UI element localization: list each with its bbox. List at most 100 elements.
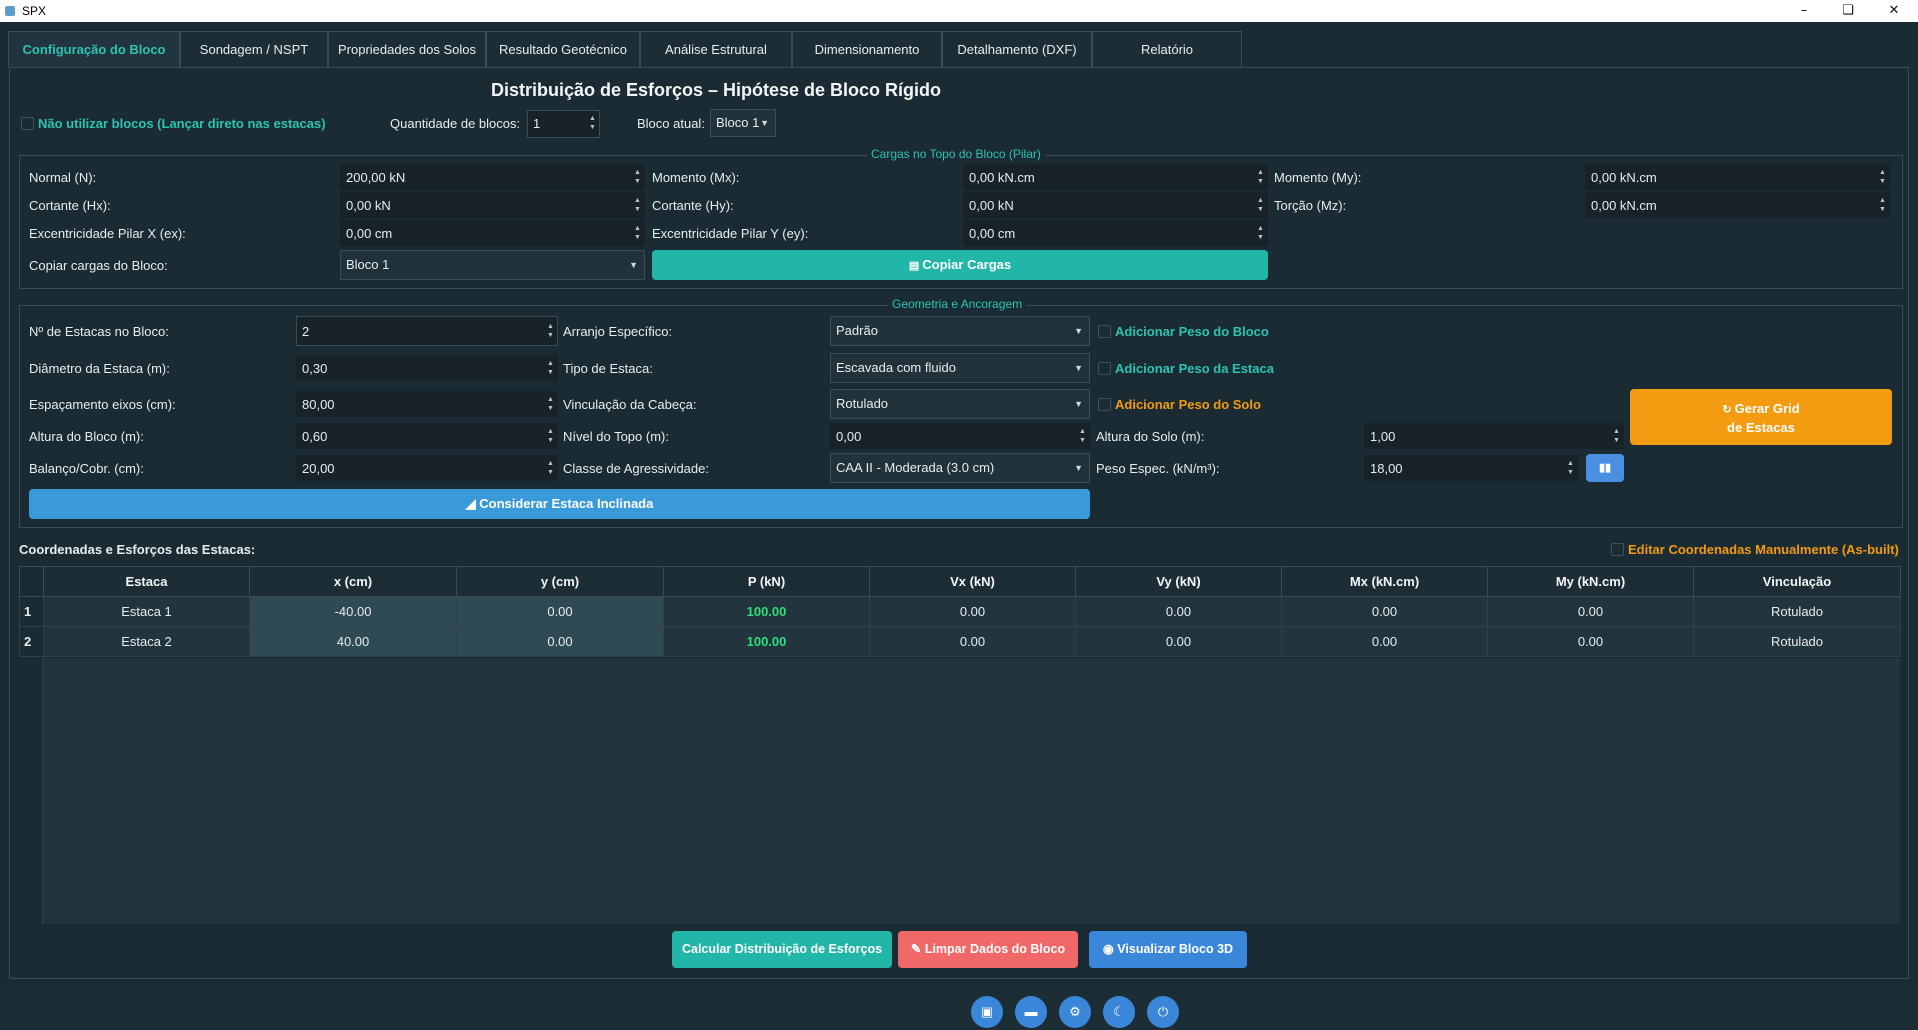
normal-field[interactable]: 200,00 kN ▲ ▼ (340, 164, 645, 190)
table-cell[interactable]: Estaca 1 (43, 596, 250, 627)
classe-value: CAA II - Moderada (3.0 cm) (836, 460, 995, 475)
table-cell[interactable]: Rotulado (1693, 596, 1901, 627)
mz-label: Torção (Mz): (1274, 198, 1347, 213)
tab-resultado[interactable]: Resultado Geotécnico (486, 31, 640, 67)
vinc-select[interactable]: Rotulado ▼ (830, 389, 1090, 419)
save-icon[interactable]: ▣ (971, 996, 1003, 1028)
table-cell[interactable]: 40.00 (249, 626, 457, 657)
table-cell[interactable]: 100.00 (663, 626, 870, 657)
normal-value: 200,00 kN (346, 170, 406, 185)
tab-sondagem[interactable]: Sondagem / NSPT (180, 31, 328, 67)
n-piles-field[interactable]: 2 ▲ ▼ (296, 316, 558, 346)
copy-block-select[interactable]: Bloco 1 ▼ (340, 250, 645, 280)
restore-icon[interactable]: ❏ (1826, 0, 1870, 22)
edit-coords-checkbox[interactable] (1611, 543, 1624, 556)
table-cell[interactable]: Rotulado (1693, 626, 1901, 657)
title-bar: SPX – ❏ ✕ (0, 0, 1918, 22)
table-cell[interactable]: 0.00 (1487, 626, 1694, 657)
table-cell[interactable]: 0.00 (456, 596, 664, 627)
table-cell[interactable]: 0.00 (1281, 626, 1488, 657)
diam-field[interactable]: 0,30 ▲ ▼ (296, 355, 558, 381)
generate-grid-button[interactable]: ↻ Gerar Grid de Estacas (1630, 389, 1892, 445)
table-cell[interactable]: 0.00 (1487, 596, 1694, 627)
column-header[interactable]: Vy (kN) (1075, 566, 1282, 597)
spin-icon: ▲ ▼ (547, 360, 554, 376)
mx-field[interactable]: 0,00 kN.cm ▲ ▼ (963, 164, 1268, 190)
table-cell[interactable]: 0.00 (869, 596, 1076, 627)
column-header[interactable]: x (cm) (249, 566, 457, 597)
table-cell[interactable]: Estaca 2 (43, 626, 250, 657)
column-header[interactable]: My (kN.cm) (1487, 566, 1694, 597)
table-cell[interactable]: 0.00 (1075, 596, 1282, 627)
column-header[interactable]: y (cm) (456, 566, 664, 597)
table-cell[interactable]: 0.00 (456, 626, 664, 657)
table-cell[interactable]: 0.00 (1075, 626, 1282, 657)
calc-distribution-button[interactable]: Calcular Distribuição de Esforços (672, 931, 892, 968)
table-header-row: Estaca x (cm) y (cm) P (kN) Vx (kN) Vy (… (19, 566, 1901, 597)
column-header[interactable]: Vx (kN) (869, 566, 1076, 597)
table-cell[interactable]: 0.00 (1281, 596, 1488, 627)
gear-icon[interactable]: ⚙ (1059, 996, 1091, 1028)
view-3d-button[interactable]: ◉ Visualizar Bloco 3D (1089, 931, 1247, 968)
peso-estaca-checkbox[interactable] (1098, 362, 1111, 375)
book-button[interactable]: ▮▮ (1586, 454, 1624, 482)
nivel-label: Nível do Topo (m): (563, 429, 669, 444)
ey-field[interactable]: 0,00 cm ▲ ▼ (963, 220, 1268, 246)
hy-field[interactable]: 0,00 kN ▲ ▼ (963, 192, 1268, 218)
row-number[interactable]: 1 (19, 596, 44, 627)
edit-coords-label: Editar Coordenadas Manualmente (As-built… (1628, 542, 1899, 557)
column-header[interactable]: Estaca (43, 566, 250, 597)
row-number[interactable]: 2 (19, 626, 44, 657)
copy-loads-button[interactable]: ▤ Copiar Cargas (652, 250, 1268, 280)
peso-solo-checkbox[interactable] (1098, 398, 1111, 411)
alt-field[interactable]: 0,60 ▲ ▼ (296, 423, 558, 449)
current-block-select[interactable]: Bloco 1 ▼ (710, 109, 776, 137)
table-cell[interactable]: -40.00 (249, 596, 457, 627)
tab-propriedades[interactable]: Propriedades dos Solos (328, 31, 486, 67)
tab-relatorio[interactable]: Relatório (1092, 31, 1242, 67)
diam-value: 0,30 (302, 361, 328, 376)
moon-icon[interactable]: ☾ (1103, 996, 1135, 1028)
hx-label: Cortante (Hx): (29, 198, 111, 213)
folder-icon[interactable]: ▬ (1015, 996, 1047, 1028)
power-icon[interactable]: ⏻ (1147, 996, 1179, 1028)
tab-detalhamento[interactable]: Detalhamento (DXF) (942, 31, 1092, 67)
clear-block-button[interactable]: ✎ Limpar Dados do Bloco (898, 931, 1078, 968)
ex-field[interactable]: 0,00 cm ▲ ▼ (340, 220, 645, 246)
column-header[interactable]: Mx (kN.cm) (1281, 566, 1488, 597)
peso-esp-value: 18,00 (1370, 461, 1403, 476)
peso-esp-field[interactable]: 18,00 ▲ ▼ (1364, 455, 1578, 481)
nivel-field[interactable]: 0,00 ▲ ▼ (830, 423, 1090, 449)
tab-analise[interactable]: Análise Estrutural (640, 31, 792, 67)
bal-field[interactable]: 20,00 ▲ ▼ (296, 455, 558, 481)
spin-icon: ▲ ▼ (1613, 428, 1620, 444)
ey-value: 0,00 cm (969, 226, 1016, 241)
alt-solo-field[interactable]: 1,00 ▲ ▼ (1364, 423, 1624, 449)
minimize-icon[interactable]: – (1782, 0, 1826, 22)
nivel-value: 0,00 (836, 429, 862, 444)
peso-bloco-checkbox[interactable] (1098, 325, 1111, 338)
mz-field[interactable]: 0,00 kN.cm ▲ ▼ (1585, 192, 1890, 218)
column-header[interactable]: Vinculação (1693, 566, 1901, 597)
table-cell[interactable]: 100.00 (663, 596, 870, 627)
classe-select[interactable]: CAA II - Moderada (3.0 cm) ▼ (830, 453, 1090, 483)
tab-configuracao[interactable]: Configuração do Bloco (8, 31, 180, 67)
inclined-pile-button[interactable]: ◢ Considerar Estaca Inclinada (29, 489, 1090, 519)
calc-distribution-label: Calcular Distribuição de Esforços (681, 942, 883, 956)
bal-value: 20,00 (302, 461, 335, 476)
close-icon[interactable]: ✕ (1872, 0, 1916, 22)
qty-spinbox[interactable]: 1 ▲ ▼ (527, 110, 600, 138)
table-empty-area[interactable] (43, 658, 1900, 924)
table-cell[interactable]: 0.00 (869, 626, 1076, 657)
tab-dimensionamento[interactable]: Dimensionamento (792, 31, 942, 67)
esp-field[interactable]: 80,00 ▲ ▼ (296, 391, 558, 417)
vinc-value: Rotulado (836, 396, 889, 411)
table-row-header-area (19, 658, 43, 924)
tipo-select[interactable]: Escavada com fluido ▼ (830, 353, 1090, 383)
hx-field[interactable]: 0,00 kN ▲ ▼ (340, 192, 645, 218)
my-field[interactable]: 0,00 kN.cm ▲ ▼ (1585, 164, 1890, 190)
column-header[interactable]: P (kN) (663, 566, 870, 597)
my-value: 0,00 kN.cm (1591, 170, 1657, 185)
no-blocks-checkbox[interactable] (21, 117, 34, 130)
arr-select[interactable]: Padrão ▼ (830, 316, 1090, 346)
